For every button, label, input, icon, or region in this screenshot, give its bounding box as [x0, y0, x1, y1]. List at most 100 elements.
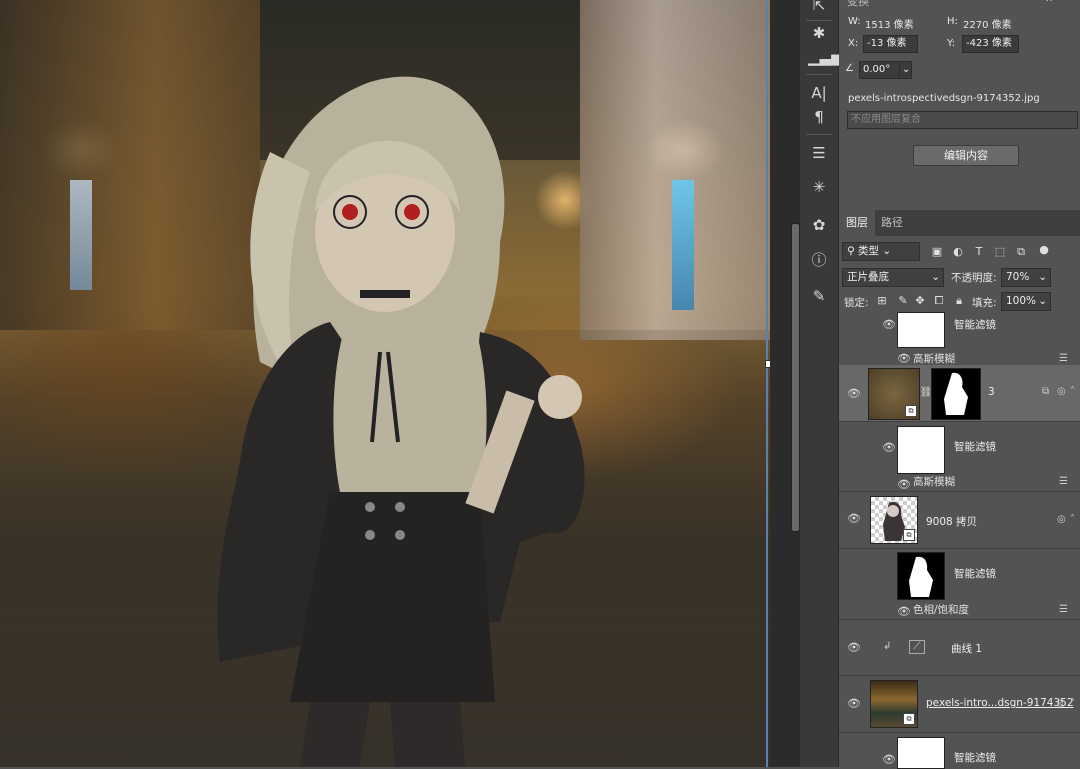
blend-mode-chevron-icon: ⌄: [931, 271, 940, 283]
layer-thumbnail[interactable]: ⧉: [870, 680, 918, 728]
y-position-field[interactable]: -423 像素: [962, 35, 1019, 53]
linked-filename: pexels-introspectivedsgn-9174352.jpg: [848, 93, 1040, 104]
collapse-chevron-icon[interactable]: ˄: [1070, 386, 1075, 397]
layer-visibility-eye-icon[interactable]: 👁︎: [847, 642, 861, 653]
adjustments-sliders-icon[interactable]: ☰: [808, 142, 830, 164]
layer-name[interactable]: 曲线 1: [951, 641, 982, 656]
vertical-scrollbar-thumb[interactable]: [791, 223, 800, 532]
layer-thumbnail[interactable]: ⧉: [868, 368, 920, 420]
layer-row[interactable]: 👁︎ 智能滤镜 👁︎ 高斯模糊 ☰: [839, 421, 1080, 492]
layer-filter-kind-label: 类型: [858, 245, 880, 257]
angle-field[interactable]: 0.00°: [859, 61, 902, 79]
opacity-field[interactable]: 70% ⌄: [1001, 268, 1051, 287]
angle-icon: ∠: [845, 63, 854, 74]
filter-visibility-eye-icon[interactable]: 👁︎: [897, 353, 911, 364]
color-channels-icon[interactable]: ✿: [808, 214, 830, 236]
layer-comp-select[interactable]: 不应用图层复合: [847, 111, 1078, 129]
document-canvas[interactable]: [0, 0, 770, 767]
filter-options-icon[interactable]: ☰: [1059, 604, 1068, 615]
smart-filter-mask-thumbnail[interactable]: [897, 426, 945, 474]
layer-name[interactable]: pexels-intro...dsgn-9174352: [926, 697, 1074, 709]
filter-pixel-icon[interactable]: ▣: [930, 245, 944, 259]
smart-object-indicator-icon: ◎: [1057, 698, 1066, 709]
layer-row-selected[interactable]: 👁︎ ⧉ ⛓ 3 ⧉ ◎ ˄: [839, 365, 1080, 422]
panel-icon-strip: ⇱ ✱ ▁▃▅ A| ¶ ☰ ✳ ✿ ⓘ ✎: [800, 0, 843, 767]
smart-filter-visibility-eye-icon[interactable]: 👁︎: [882, 442, 896, 453]
layer-visibility-eye-icon[interactable]: 👁︎: [847, 513, 861, 524]
brush-tool-icon[interactable]: ✎: [808, 285, 830, 307]
paragraph-panel-icon[interactable]: ¶: [808, 106, 830, 128]
fill-value: 100%: [1006, 295, 1037, 307]
histogram-icon[interactable]: ▁▃▅: [808, 46, 843, 68]
tab-layers[interactable]: 图层: [839, 210, 875, 236]
lock-image-pixels-icon[interactable]: ✎: [896, 294, 910, 308]
filter-name[interactable]: 高斯模糊: [913, 474, 955, 489]
lock-all-icon[interactable]: 🔒︎: [952, 294, 966, 308]
height-label: H:: [947, 16, 958, 27]
layers-tab-bar: 图层 路径: [839, 210, 1080, 236]
blend-mode-label: 正片叠底: [847, 271, 889, 283]
mask-silhouette: [944, 372, 968, 415]
brush-settings-icon[interactable]: ✱: [808, 22, 830, 44]
opacity-chevron-icon: ⌄: [1038, 271, 1047, 283]
filter-options-icon[interactable]: ☰: [1059, 353, 1068, 364]
filter-type-icon[interactable]: T: [972, 245, 986, 259]
link-icon[interactable]: ⇔: [1045, 0, 1053, 5]
layer-mask-thumbnail[interactable]: [931, 368, 981, 420]
curves-adjustment-icon[interactable]: ⟋: [909, 640, 925, 654]
fill-label: 填充:: [972, 297, 997, 309]
layer-name[interactable]: 9008 拷贝: [926, 514, 977, 529]
anime-girl-illustration: [217, 76, 585, 767]
layer-row[interactable]: 👁︎ ⧉ 9008 拷贝 ◎ ˄: [839, 492, 1080, 549]
height-value[interactable]: 2270 像素: [963, 16, 1012, 31]
layer-row[interactable]: 👁︎ ⧉ pexels-intro...dsgn-9174352 ◎ ˄: [839, 676, 1080, 733]
layer-row[interactable]: 👁︎ 智能滤镜: [839, 733, 1080, 769]
smart-filter-mask-thumbnail[interactable]: [897, 552, 945, 600]
filter-name[interactable]: 高斯模糊: [913, 351, 955, 366]
brushes-icon[interactable]: ✳: [808, 176, 830, 198]
layer-name[interactable]: 3: [988, 386, 995, 398]
tab-paths[interactable]: 路径: [874, 210, 910, 236]
lock-position-icon[interactable]: ✥: [913, 294, 927, 308]
filter-adjustment-icon[interactable]: ◐: [951, 245, 965, 259]
layer-row[interactable]: 智能滤镜 👁︎ 色相/饱和度 ☰: [839, 549, 1080, 620]
smart-object-badge-icon: ⧉: [905, 405, 917, 417]
filter-name[interactable]: 色相/饱和度: [913, 602, 969, 617]
layer-visibility-eye-icon[interactable]: 👁︎: [847, 698, 861, 709]
layer-thumbnail[interactable]: ⧉: [870, 496, 918, 544]
smart-filter-mask-thumbnail[interactable]: [897, 312, 945, 348]
layers-panel: 图层 路径 ⚲ 类型 ⌄ ▣ ◐ T ⬚ ⧉ ● 正片叠底 ⌄ 不透明度: 70%…: [839, 207, 1080, 769]
smart-filter-mask-thumbnail[interactable]: [897, 737, 945, 769]
layer-filter-kind-select[interactable]: ⚲ 类型 ⌄: [842, 242, 920, 261]
transform-panel-icon[interactable]: ⇱: [808, 0, 830, 16]
smart-object-badge-icon: ⧉: [903, 713, 915, 725]
collapse-chevron-icon[interactable]: ˄: [1070, 698, 1075, 709]
info-icon[interactable]: ⓘ: [808, 249, 830, 271]
filter-visibility-eye-icon[interactable]: 👁︎: [897, 606, 911, 617]
layer-visibility-eye-icon[interactable]: 👁︎: [847, 388, 861, 399]
fill-field[interactable]: 100% ⌄: [1001, 292, 1051, 311]
width-value[interactable]: 1513 像素: [865, 16, 914, 31]
filter-smart-object-icon[interactable]: ⧉: [1014, 245, 1028, 259]
edit-contents-button[interactable]: 编辑内容: [913, 145, 1019, 166]
layer-row[interactable]: 👁︎ 智能滤镜 👁︎ 高斯模糊 ☰: [839, 311, 1080, 366]
lock-transparency-icon[interactable]: ⊞: [875, 294, 889, 308]
tool-separator: [806, 74, 832, 75]
blend-mode-select[interactable]: 正片叠底 ⌄: [842, 268, 944, 287]
smart-filter-visibility-eye-icon[interactable]: 👁︎: [882, 754, 896, 765]
collapse-chevron-icon[interactable]: ˄: [1070, 514, 1075, 525]
width-label: W:: [848, 16, 861, 27]
properties-panel: 变换 ⇔ W: 1513 像素 H: 2270 像素 X: -13 像素 Y: …: [839, 0, 1080, 207]
x-position-field[interactable]: -13 像素: [863, 35, 918, 53]
smart-filter-visibility-eye-icon[interactable]: 👁︎: [882, 319, 896, 330]
lock-artboard-icon[interactable]: ⧠: [932, 294, 946, 308]
filter-options-icon[interactable]: ☰: [1059, 476, 1068, 487]
layer-row[interactable]: 👁︎ ↲ ⟋ 曲线 1: [839, 620, 1080, 676]
character-panel-icon[interactable]: A|: [808, 82, 830, 104]
filter-visibility-eye-icon[interactable]: 👁︎: [897, 479, 911, 490]
filter-toggle-icon[interactable]: ●: [1037, 243, 1051, 257]
angle-dropdown-chevron-icon[interactable]: ⌄: [899, 61, 912, 79]
filter-shape-icon[interactable]: ⬚: [993, 245, 1007, 259]
smart-object-badge-icon: ⧉: [903, 529, 915, 541]
layer-effects-icon[interactable]: ⧉: [1042, 386, 1049, 397]
